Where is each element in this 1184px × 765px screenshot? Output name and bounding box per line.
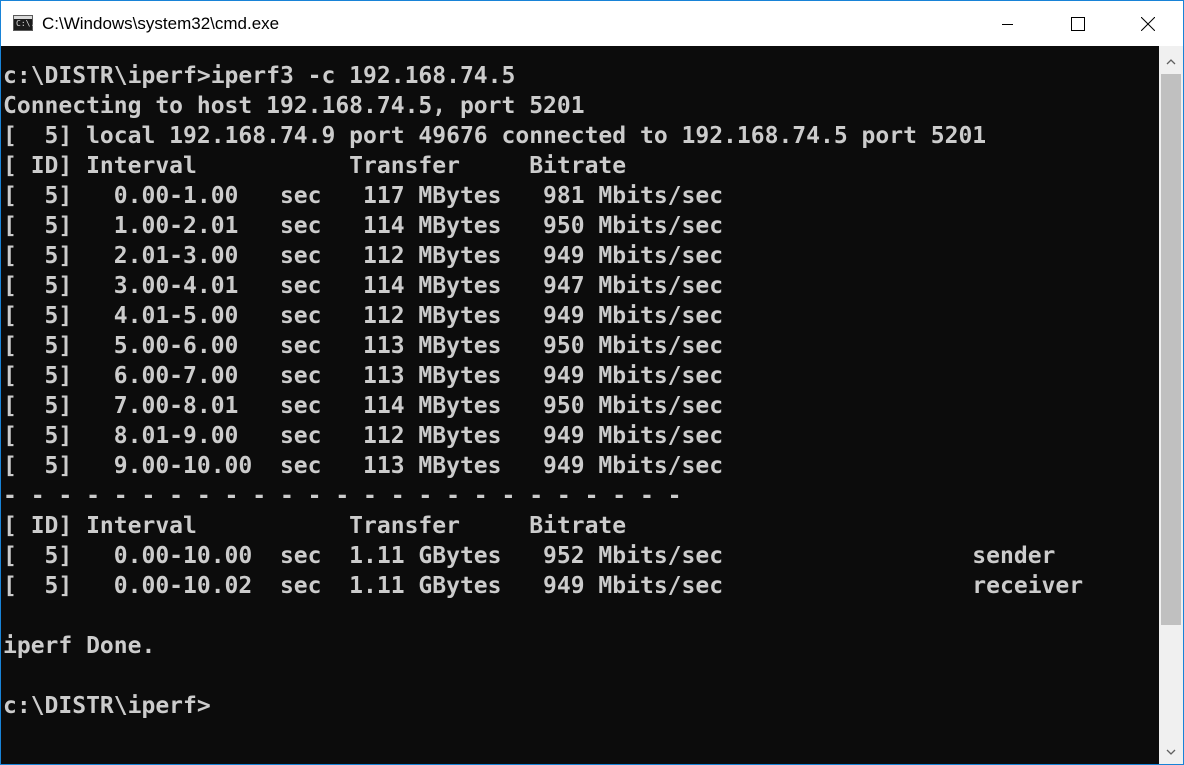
console-line: iperf Done. (3, 633, 156, 659)
title-bar[interactable]: C:\. C:\Windows\system32\cmd.exe (1, 1, 1183, 46)
console-line: [ ID] Interval Transfer Bitrate (3, 513, 627, 539)
window-title: C:\Windows\system32\cmd.exe (42, 14, 280, 33)
console-line: c:\DISTR\iperf>iperf3 -c 192.168.74.5 (3, 63, 516, 89)
minimize-button[interactable] (985, 1, 1031, 46)
console-line: [ 5] 7.00-8.01 sec 114 MBytes 950 Mbits/… (3, 393, 724, 419)
console-line: [ 5] 8.01-9.00 sec 112 MBytes 949 Mbits/… (3, 423, 724, 449)
console-line: [ 5] 1.00-2.01 sec 114 MBytes 950 Mbits/… (3, 213, 724, 239)
vertical-scrollbar[interactable] (1159, 46, 1183, 764)
console-line: [ ID] Interval Transfer Bitrate (3, 153, 627, 179)
scroll-down-button[interactable] (1159, 740, 1183, 762)
console-line: c:\DISTR\iperf> (3, 693, 211, 719)
console-line: - - - - - - - - - - - - - - - - - - - - … (3, 483, 682, 509)
console-line: Connecting to host 192.168.74.5, port 52… (3, 93, 585, 119)
cmd-window: C:\. C:\Windows\system32\cmd.exe c:\DIST… (0, 0, 1184, 765)
cmd-app-icon-label: C:\. (16, 19, 36, 28)
close-button[interactable] (1125, 1, 1171, 46)
cmd-app-icon[interactable]: C:\. (13, 15, 36, 31)
console-line: [ 5] local 192.168.74.9 port 49676 conne… (3, 123, 987, 149)
close-icon (1141, 16, 1155, 31)
maximize-button[interactable] (1055, 1, 1101, 46)
scroll-up-button[interactable] (1159, 50, 1183, 72)
maximize-icon (1071, 16, 1085, 31)
console-line: [ 5] 0.00-1.00 sec 117 MBytes 981 Mbits/… (3, 183, 724, 209)
console-output[interactable]: c:\DISTR\iperf>iperf3 -c 192.168.74.5 Con… (1, 46, 1159, 764)
minimize-icon (1002, 18, 1014, 30)
scroll-down-arrow-icon (1166, 742, 1176, 760)
console-line: [ 5] 5.00-6.00 sec 113 MBytes 950 Mbits/… (3, 333, 724, 359)
console-line: [ 5] 0.00-10.02 sec 1.11 GBytes 949 Mbit… (3, 573, 1084, 599)
console-line: [ 5] 2.01-3.00 sec 112 MBytes 949 Mbits/… (3, 243, 724, 269)
console-line: [ 5] 9.00-10.00 sec 113 MBytes 949 Mbits… (3, 453, 724, 479)
scrollbar-thumb[interactable] (1161, 74, 1181, 625)
console-line: [ 5] 6.00-7.00 sec 113 MBytes 949 Mbits/… (3, 363, 724, 389)
console-line: [ 5] 4.01-5.00 sec 112 MBytes 949 Mbits/… (3, 303, 724, 329)
console-line: [ 5] 3.00-4.01 sec 114 MBytes 947 Mbits/… (3, 273, 724, 299)
console-line: [ 5] 0.00-10.00 sec 1.11 GBytes 952 Mbit… (3, 543, 1056, 569)
scroll-up-arrow-icon (1166, 52, 1176, 70)
